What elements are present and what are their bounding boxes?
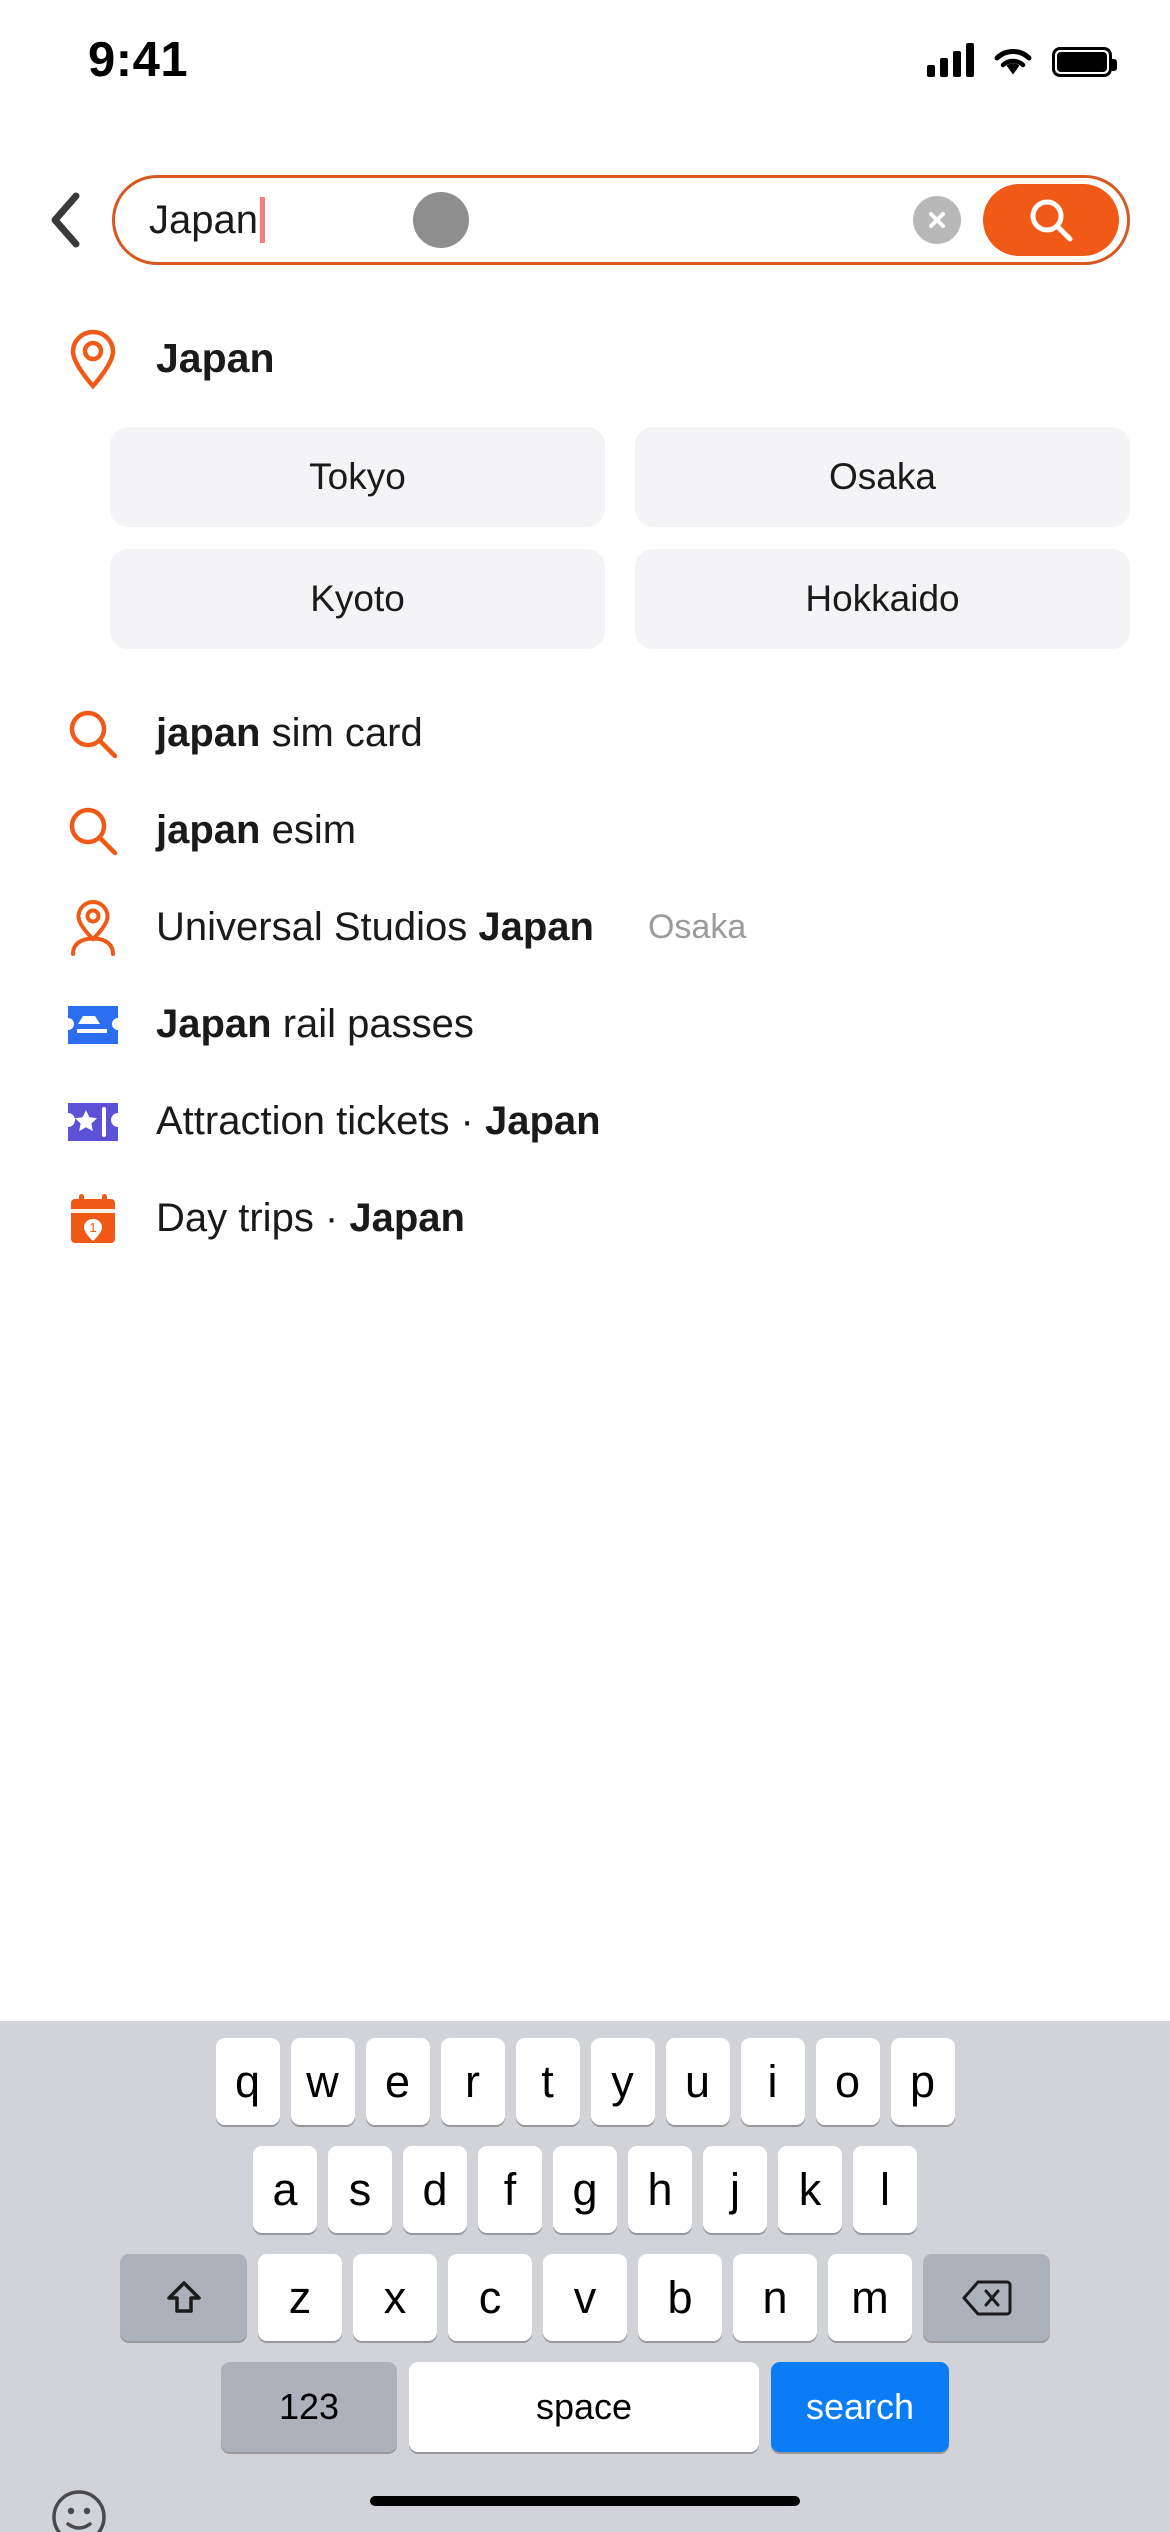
phone-screen: 9:41 Japan Japan Tokyo Osaka Kyoto Hokka…: [0, 0, 1170, 2532]
suggestion-destination-header[interactable]: Japan: [0, 310, 1170, 407]
key-z[interactable]: z: [258, 2254, 342, 2341]
suggestion-bold: japan: [156, 808, 261, 852]
key-f[interactable]: f: [478, 2146, 542, 2233]
key-m[interactable]: m: [828, 2254, 912, 2341]
search-header: Japan: [0, 160, 1170, 280]
suggestion-text: Attraction tickets · Japan: [156, 1099, 601, 1144]
key-i[interactable]: i: [740, 2038, 805, 2125]
key-v[interactable]: v: [543, 2254, 627, 2341]
back-button[interactable]: [30, 180, 100, 260]
suggestion-row[interactable]: Japan rail passes: [0, 976, 1170, 1073]
wifi-icon: [992, 45, 1034, 77]
key-o[interactable]: o: [815, 2038, 880, 2125]
search-icon: [1030, 199, 1073, 242]
key-w[interactable]: w: [290, 2038, 355, 2125]
suggestion-pre: Universal Studios: [156, 905, 479, 949]
touch-point-indicator: [413, 192, 469, 248]
suggestion-bold: Japan: [484, 1099, 601, 1143]
keyboard-row-1: q w e r t y u i o p: [0, 2038, 1170, 2125]
suggestion-text: japan sim card: [156, 711, 423, 756]
shift-key[interactable]: [120, 2254, 247, 2341]
key-s[interactable]: s: [328, 2146, 392, 2233]
close-icon: [929, 212, 945, 228]
search-submit-button[interactable]: [983, 184, 1119, 256]
key-k[interactable]: k: [778, 2146, 842, 2233]
map-pin-icon: [60, 326, 126, 392]
key-p[interactable]: p: [890, 2038, 955, 2125]
city-chip-grid: Tokyo Osaka Kyoto Hokkaido: [0, 413, 1170, 667]
key-t[interactable]: t: [515, 2038, 580, 2125]
suggestion-row[interactable]: Attraction tickets · Japan: [0, 1073, 1170, 1170]
place-pin-icon: [60, 895, 126, 961]
city-chip[interactable]: Osaka: [635, 427, 1130, 527]
svg-text:1: 1: [89, 1220, 96, 1235]
cellular-signal-icon: [927, 43, 974, 77]
emoji-key[interactable]: [48, 2486, 110, 2532]
search-input[interactable]: Japan: [112, 175, 1130, 265]
suggestion-text: Japan rail passes: [156, 1002, 474, 1047]
status-time: 9:41: [88, 33, 189, 87]
suggestion-row[interactable]: 1 Day trips · Japan: [0, 1170, 1170, 1267]
key-c[interactable]: c: [448, 2254, 532, 2341]
rail-ticket-icon: [60, 992, 126, 1058]
key-u[interactable]: u: [665, 2038, 730, 2125]
numeric-key[interactable]: 123: [221, 2362, 397, 2452]
suggestion-rest: rail passes: [271, 1002, 474, 1046]
attraction-ticket-icon: [60, 1089, 126, 1155]
suggestion-row[interactable]: japan sim card: [0, 685, 1170, 782]
chevron-left-icon: [51, 192, 80, 248]
search-icon: [60, 798, 126, 864]
emoji-key-icon: [52, 2490, 106, 2532]
keyboard-row-2: a s d f g h j k l: [0, 2146, 1170, 2233]
key-q[interactable]: q: [215, 2038, 280, 2125]
suggestion-text: Day trips · Japan: [156, 1196, 465, 1241]
destination-label: Japan: [156, 335, 275, 381]
key-y[interactable]: y: [590, 2038, 655, 2125]
keyboard-row-3: z x c v b n m: [0, 2254, 1170, 2341]
suggestion-text: japan esim: [156, 808, 356, 853]
space-key[interactable]: space: [409, 2362, 759, 2452]
suggestion-subtitle: Osaka: [647, 908, 747, 946]
shift-key-icon: [166, 2280, 201, 2313]
suggestion-bold: japan: [156, 711, 261, 755]
keyboard-row-4: 123 space search: [0, 2362, 1170, 2452]
suggestion-row[interactable]: Universal Studios Japan Osaka: [0, 879, 1170, 976]
status-indicators: [927, 43, 1117, 77]
key-x[interactable]: x: [353, 2254, 437, 2341]
backspace-key-icon: [962, 2280, 1011, 2315]
key-j[interactable]: j: [703, 2146, 767, 2233]
key-a[interactable]: a: [253, 2146, 317, 2233]
key-r[interactable]: r: [440, 2038, 505, 2125]
suggestion-bold: Japan: [478, 905, 594, 949]
suggestion-bold: Japan: [156, 1002, 272, 1046]
city-chip[interactable]: Kyoto: [110, 549, 605, 649]
suggestion-text: Universal Studios Japan: [156, 905, 594, 950]
key-b[interactable]: b: [638, 2254, 722, 2341]
suggestion-pre: Attraction tickets ·: [156, 1099, 485, 1143]
city-chip[interactable]: Tokyo: [110, 427, 605, 527]
text-caret: [259, 197, 265, 243]
suggestion-row[interactable]: japan esim: [0, 782, 1170, 879]
search-query-text: Japan: [149, 197, 258, 242]
suggestion-rest: sim card: [260, 711, 423, 755]
suggestion-pre: Day trips ·: [156, 1196, 350, 1240]
backspace-key[interactable]: [923, 2254, 1050, 2341]
city-chip[interactable]: Hokkaido: [635, 549, 1130, 649]
battery-icon: [1052, 47, 1117, 77]
suggestion-rest: esim: [260, 808, 357, 852]
key-e[interactable]: e: [365, 2038, 430, 2125]
key-l[interactable]: l: [853, 2146, 917, 2233]
key-n[interactable]: n: [733, 2254, 817, 2341]
search-return-key[interactable]: search: [771, 2362, 949, 2452]
search-icon: [60, 701, 126, 767]
on-screen-keyboard: q w e r t y u i o p a s d f g h j k l z …: [0, 2021, 1170, 2532]
status-bar: 9:41: [0, 0, 1170, 120]
suggestion-bold: Japan: [349, 1196, 465, 1240]
key-d[interactable]: d: [403, 2146, 467, 2233]
key-h[interactable]: h: [628, 2146, 692, 2233]
home-indicator: [370, 2496, 800, 2506]
key-g[interactable]: g: [553, 2146, 617, 2233]
calendar-day-icon: 1: [60, 1186, 126, 1252]
clear-button[interactable]: [913, 196, 961, 244]
